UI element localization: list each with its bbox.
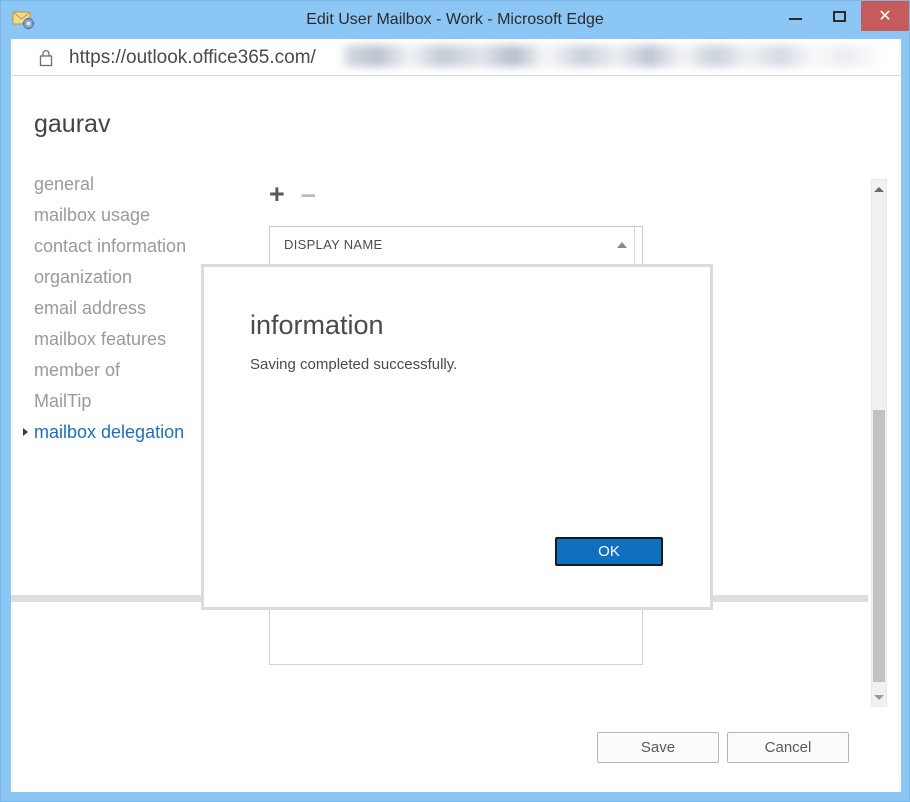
title-bar: Edit User Mailbox - Work - Microsoft Edg… (1, 1, 909, 39)
page-viewport: gaurav general mailbox usage contact inf… (11, 76, 901, 792)
sidebar-item-label: mailbox usage (34, 205, 150, 225)
caret-right-icon (23, 428, 28, 436)
list-column-header[interactable]: DISPLAY NAME (270, 227, 642, 263)
plus-icon[interactable]: + (269, 181, 285, 208)
sidebar-item-label: MailTip (34, 391, 91, 411)
sidebar-item-label: general (34, 174, 94, 194)
minimize-icon (789, 18, 802, 20)
save-button[interactable]: Save (597, 732, 719, 763)
dialog-message: Saving completed successfully. (250, 356, 457, 373)
sidebar-item-label: organization (34, 267, 132, 287)
address-bar[interactable]: https://outlook.office365.com/ (11, 39, 901, 76)
information-dialog: information Saving completed successfull… (201, 264, 713, 610)
minimize-button[interactable] (773, 1, 817, 31)
sidebar-item-label: member of (34, 360, 120, 380)
sidebar-item-mailbox-usage[interactable]: mailbox usage (11, 200, 261, 231)
sidebar-item-label: mailbox delegation (34, 422, 184, 442)
page-scrollbar[interactable] (871, 179, 887, 707)
maximize-icon (833, 11, 846, 22)
sidebar-item-general[interactable]: general (11, 169, 261, 200)
sort-ascending-icon[interactable] (617, 242, 627, 248)
sidebar-item-label: contact information (34, 236, 186, 256)
scrollbar-thumb[interactable] (873, 410, 885, 682)
dialog-ok-button[interactable]: OK (555, 537, 663, 566)
close-button[interactable]: ✕ (861, 1, 909, 31)
lock-icon (37, 48, 55, 68)
sidebar-item-contact-information[interactable]: contact information (11, 231, 261, 262)
sidebar-item-label: mailbox features (34, 329, 166, 349)
browser-window: Edit User Mailbox - Work - Microsoft Edg… (0, 0, 910, 802)
scroll-up-arrow-icon[interactable] (872, 181, 886, 197)
dialog-title: information (250, 310, 384, 341)
scroll-down-arrow-icon[interactable] (872, 689, 886, 705)
maximize-button[interactable] (817, 1, 861, 31)
triangle-down-glyph (874, 695, 884, 700)
triangle-up-glyph (874, 187, 884, 192)
url-text: https://outlook.office365.com/ (69, 39, 316, 76)
list-column-header-label: DISPLAY NAME (284, 237, 383, 252)
cancel-button[interactable]: Cancel (727, 732, 849, 763)
page-title: gaurav (34, 110, 110, 139)
sidebar-item-label: email address (34, 298, 146, 318)
list-toolbar: + – (269, 181, 316, 208)
form-footer: Save Cancel (11, 718, 901, 792)
secondary-list-box[interactable] (269, 603, 643, 665)
window-controls: ✕ (773, 1, 909, 31)
minus-icon[interactable]: – (301, 181, 316, 208)
